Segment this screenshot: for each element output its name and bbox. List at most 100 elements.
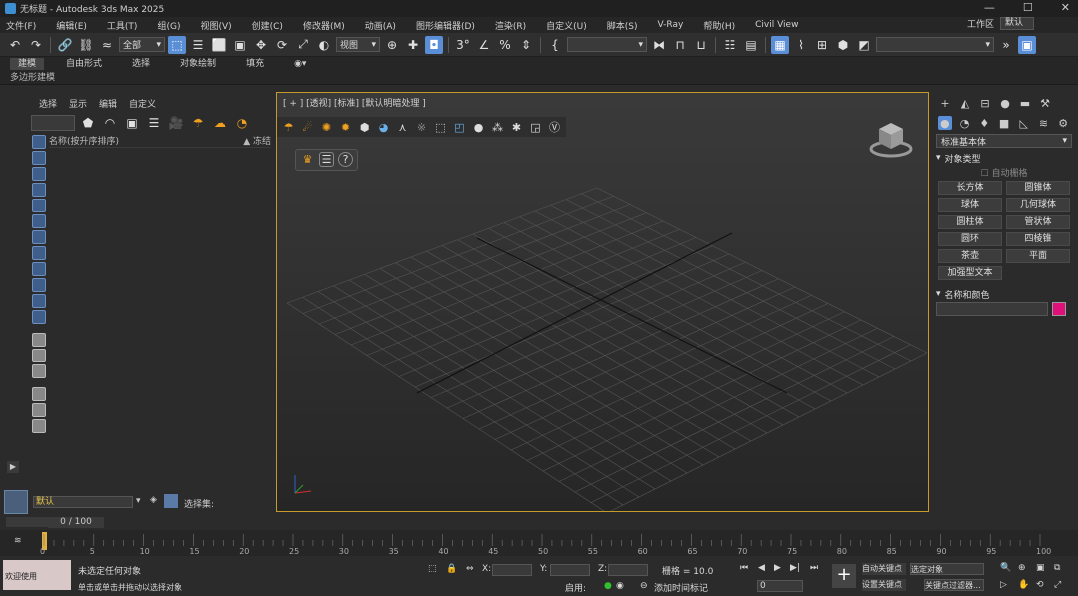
modify-tab-icon[interactable]: ◭ bbox=[958, 96, 972, 110]
render-frame-icon[interactable]: ▣ bbox=[1018, 35, 1036, 54]
pyramid-button[interactable]: 四棱锥 bbox=[1006, 232, 1070, 246]
camera-icon[interactable]: 🎥 bbox=[167, 114, 185, 132]
add-time-tag-icon[interactable]: ⊖ bbox=[640, 581, 648, 591]
geosphere-button[interactable]: 几何球体 bbox=[1006, 198, 1070, 212]
render-setup-icon[interactable]: ◩ bbox=[855, 36, 873, 54]
x-coord-input[interactable] bbox=[492, 564, 532, 576]
next-frame-icon[interactable]: ▶| bbox=[790, 563, 800, 573]
align-view-icon[interactable]: ⊔ bbox=[692, 36, 710, 54]
torus-button[interactable]: 圆环 bbox=[938, 232, 1002, 246]
explorer-tab-customize[interactable]: 自定义 bbox=[129, 97, 156, 110]
menu-civil-view[interactable]: Civil View bbox=[749, 20, 804, 30]
menu-graph-editors[interactable]: 图形编辑器(D) bbox=[410, 19, 481, 32]
layer-select[interactable]: 默认 bbox=[33, 496, 133, 508]
select-by-name-icon[interactable]: ☰ bbox=[189, 36, 207, 54]
cameras-category-icon[interactable]: ■ bbox=[997, 116, 1011, 130]
menu-create[interactable]: 创建(C) bbox=[246, 19, 289, 32]
set-key-button[interactable]: 设置关键点 bbox=[862, 579, 906, 591]
geometry-icon[interactable]: ⬟ bbox=[79, 114, 97, 132]
pan-icon[interactable]: ✋ bbox=[1018, 580, 1029, 590]
z-coord-input[interactable] bbox=[608, 564, 648, 576]
playback-icon[interactable]: ◉ bbox=[616, 581, 624, 591]
menu-file[interactable]: 文件(F) bbox=[0, 19, 42, 32]
curve-editor-icon[interactable]: ⌇ bbox=[792, 36, 810, 54]
ribbon-tab-selection[interactable]: 选择 bbox=[124, 58, 158, 70]
isolate-icon[interactable]: ⬚ bbox=[428, 564, 437, 574]
sphere-button[interactable]: 球体 bbox=[938, 198, 1002, 212]
placement-icon[interactable]: ◐ bbox=[315, 36, 333, 54]
edit-named-sel-icon[interactable]: { bbox=[546, 36, 564, 54]
menu-customize[interactable]: 自定义(U) bbox=[540, 19, 593, 32]
viewcube[interactable] bbox=[869, 115, 913, 159]
link-icon[interactable]: 🔗 bbox=[56, 36, 74, 54]
snaps-toggle-icon[interactable]: 3° bbox=[454, 36, 472, 54]
object-color-swatch[interactable] bbox=[1052, 302, 1066, 316]
orbit-icon[interactable]: ⟲ bbox=[1036, 580, 1044, 590]
menu-help[interactable]: 帮助(H) bbox=[697, 19, 741, 32]
keyboard-shortcut-icon[interactable]: ◘ bbox=[425, 35, 443, 54]
unlink-icon[interactable]: ⛓ bbox=[77, 36, 95, 54]
shapes-category-icon[interactable]: ◔ bbox=[958, 116, 972, 130]
lights-category-icon[interactable]: ♦ bbox=[977, 116, 991, 130]
pivot-center-icon[interactable]: ⊕ bbox=[383, 36, 401, 54]
play-icon[interactable]: ▶ bbox=[774, 563, 781, 573]
ribbon-tab-populate[interactable]: 填充 bbox=[238, 58, 272, 70]
spacewarps-category-icon[interactable]: ≋ bbox=[1037, 116, 1051, 130]
close-button[interactable]: ✕ bbox=[1061, 1, 1070, 14]
menu-animation[interactable]: 动画(A) bbox=[359, 19, 402, 32]
auto-key-button[interactable]: 自动关键点 bbox=[862, 563, 906, 575]
hierarchy-tab-icon[interactable]: ⊟ bbox=[978, 96, 992, 110]
key-filters-button[interactable]: 关键点过滤器... bbox=[924, 579, 984, 591]
shape-icon[interactable]: ◠ bbox=[101, 114, 119, 132]
list-icon[interactable]: ☰ bbox=[145, 114, 163, 132]
prev-frame-icon[interactable]: ◀ bbox=[758, 563, 765, 573]
maximize-button[interactable]: ☐ bbox=[1023, 1, 1033, 14]
helper-icon[interactable]: ☁ bbox=[211, 114, 229, 132]
timeline-ruler[interactable]: 0 5 10 15 20 25 30 35 40 45 50 55 60 65 70 75 80 85 90 95 10… bbox=[0, 530, 1078, 556]
mirror-icon[interactable]: ⧓ bbox=[650, 36, 668, 54]
select-manipulate-icon[interactable]: ✚ bbox=[404, 36, 422, 54]
minimize-button[interactable]: — bbox=[984, 1, 995, 14]
helpers-category-icon[interactable]: ◺ bbox=[1017, 116, 1031, 130]
render-icon[interactable]: » bbox=[997, 36, 1015, 54]
ribbon-options-icon[interactable]: ◉▾ bbox=[286, 58, 314, 70]
box-icon[interactable]: ▣ bbox=[123, 114, 141, 132]
menu-views[interactable]: 视图(V) bbox=[194, 19, 237, 32]
name-color-rollout-header[interactable]: ▾ 名称和颜色 bbox=[936, 288, 1072, 301]
box-button[interactable]: 长方体 bbox=[938, 181, 1002, 195]
object-type-rollout-header[interactable]: ▾ 对象类型 bbox=[936, 152, 1072, 165]
go-to-end-icon[interactable]: ⏭ bbox=[810, 563, 818, 573]
utilities-tab-icon[interactable]: ⚒ bbox=[1038, 96, 1052, 110]
perspective-viewport[interactable]: [ + ] [透视] [标准] [默认明暗处理 ] ☂ ☄ ✺ ✹ ⬢ ◕ ⋏ … bbox=[276, 92, 929, 512]
textplus-button[interactable]: 加强型文本 bbox=[938, 266, 1002, 280]
geometry-type-select[interactable]: 标准基本体 ▾ bbox=[936, 134, 1072, 148]
motion-tab-icon[interactable]: ● bbox=[998, 96, 1012, 110]
layers-icon[interactable]: ◈ bbox=[150, 495, 157, 505]
current-frame-input[interactable]: 0 bbox=[757, 580, 803, 592]
redo-icon[interactable]: ↷ bbox=[27, 36, 45, 54]
schematic-view-icon[interactable]: ⊞ bbox=[813, 36, 831, 54]
ribbon-tab-object-paint[interactable]: 对象绘制 bbox=[172, 58, 224, 70]
tube-button[interactable]: 管状体 bbox=[1006, 215, 1070, 229]
set-key-icon[interactable]: + bbox=[832, 564, 856, 588]
column-frozen-header[interactable]: ▲ 冻结 bbox=[243, 134, 271, 147]
workspace-select[interactable]: 默认 bbox=[1000, 17, 1034, 30]
spinner-snap-icon[interactable]: ⇕ bbox=[517, 36, 535, 54]
object-name-input[interactable] bbox=[936, 302, 1048, 316]
frame-display[interactable]: 0 / 100 bbox=[48, 517, 104, 528]
menu-edit[interactable]: 编辑(E) bbox=[50, 19, 93, 32]
layer-explorer-icon[interactable]: ▤ bbox=[742, 36, 760, 54]
selection-filter-select[interactable]: 全部 ▾ bbox=[119, 37, 165, 52]
render-preset-select[interactable]: ▾ bbox=[876, 37, 994, 52]
scene-explorer-icon[interactable]: ☷ bbox=[721, 36, 739, 54]
material-editor-icon[interactable]: ⬢ bbox=[834, 36, 852, 54]
layer-icon[interactable] bbox=[4, 490, 28, 514]
menu-modifiers[interactable]: 修改器(M) bbox=[297, 19, 351, 32]
fov-icon[interactable]: ▷ bbox=[1000, 580, 1007, 590]
menu-rendering[interactable]: 渲染(R) bbox=[489, 19, 532, 32]
geometry-category-icon[interactable]: ● bbox=[938, 116, 952, 130]
display-tab-icon[interactable]: ▬ bbox=[1018, 96, 1032, 110]
selection-set-icon[interactable] bbox=[164, 494, 178, 508]
transform-mode-icon[interactable]: ⇔ bbox=[466, 564, 474, 574]
chevron-down-icon[interactable]: ▾ bbox=[136, 496, 141, 506]
